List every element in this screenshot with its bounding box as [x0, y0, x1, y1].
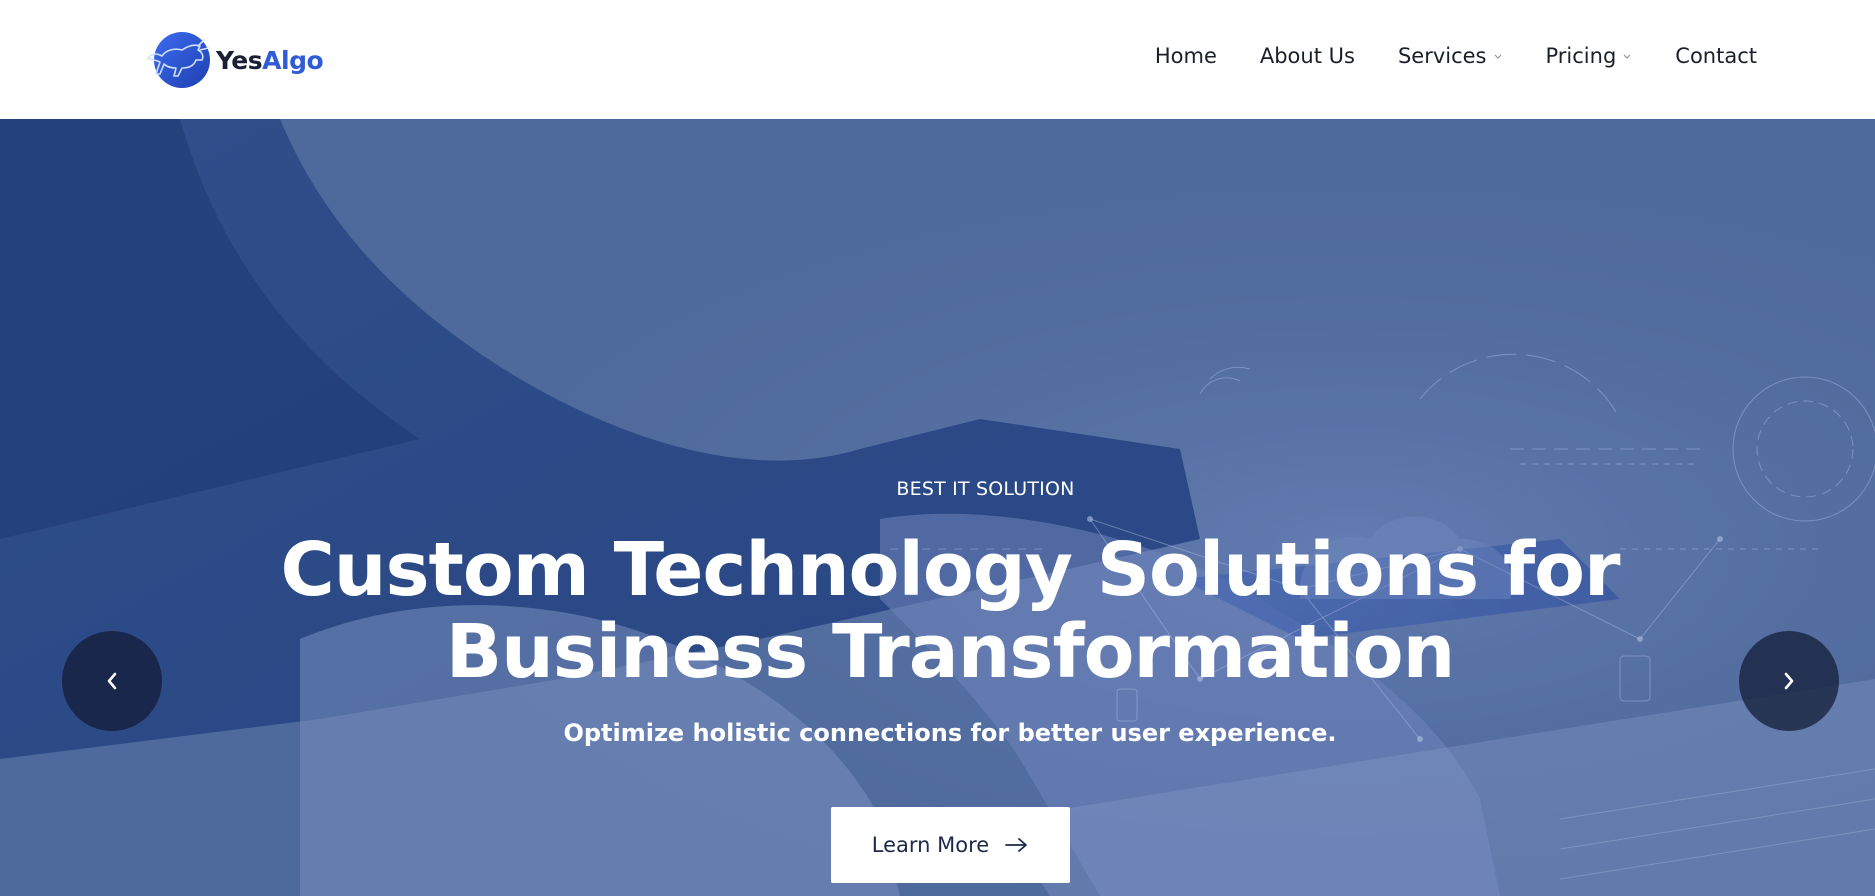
- learn-more-button[interactable]: Learn More: [831, 807, 1070, 883]
- nav-item-about-us[interactable]: About Us: [1260, 44, 1355, 68]
- brand-name: YesAlgo: [216, 45, 324, 75]
- hero-content: BEST IT SOLUTION Custom Technology Solut…: [0, 119, 1875, 896]
- nav-item-label: Contact: [1675, 44, 1757, 68]
- slider-next-button[interactable]: [1739, 631, 1839, 731]
- brand-name-part1: Yes: [216, 45, 263, 75]
- arrow-right-icon: [1005, 838, 1028, 852]
- nav-item-label: About Us: [1259, 44, 1355, 68]
- nav-item-pricing[interactable]: Pricing: [1546, 44, 1633, 68]
- brand-name-part2: Algo: [262, 45, 324, 75]
- nav-item-services[interactable]: Services: [1398, 44, 1503, 68]
- brand-logo[interactable]: YesAlgo: [144, 30, 324, 90]
- hero-eyebrow: BEST IT SOLUTION: [896, 478, 1075, 500]
- hero-title-line2: Business Transformation: [445, 609, 1456, 695]
- chevron-down-icon: [1623, 54, 1631, 59]
- nav-item-home[interactable]: Home: [1155, 44, 1217, 68]
- nav-item-label: Services: [1397, 44, 1487, 68]
- nav-item-label: Pricing: [1545, 44, 1617, 68]
- bull-icon: [147, 32, 210, 88]
- site-header: YesAlgo Home About Us Services Pricing C…: [0, 0, 1875, 119]
- hero-title-line1: Custom Technology Solutions for: [280, 527, 1621, 613]
- chevron-left-icon: [107, 672, 117, 690]
- nav-item-contact[interactable]: Contact: [1675, 44, 1757, 68]
- main-nav: Home About Us Services Pricing Contact: [1155, 40, 1757, 72]
- nav-item-label: Home: [1154, 44, 1217, 68]
- hero-title: Custom Technology Solutions for Business…: [0, 529, 1875, 693]
- hero-slider: BEST IT SOLUTION Custom Technology Solut…: [0, 119, 1875, 896]
- hero-subtitle: Optimize holistic connections for better…: [563, 719, 1337, 747]
- slider-prev-button[interactable]: [62, 631, 162, 731]
- learn-more-label: Learn More: [871, 833, 990, 857]
- chevron-right-icon: [1784, 672, 1794, 690]
- chevron-down-icon: [1494, 54, 1501, 59]
